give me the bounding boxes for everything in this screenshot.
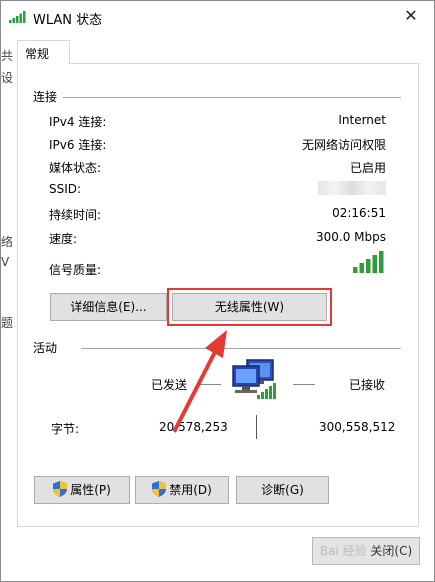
close-window-button[interactable]: ✕ (398, 5, 424, 27)
bytes-label: 字节: (51, 422, 80, 436)
duration-label: 持续时间: (49, 208, 102, 222)
close-button[interactable]: Bai 经验 关闭(C) (312, 537, 420, 565)
signal-quality-label: 信号质量: (49, 263, 102, 277)
received-line (293, 384, 315, 385)
ipv4-label: IPv4 连接: (49, 115, 107, 129)
disable-button[interactable]: 禁用(D) (135, 476, 229, 504)
wireless-properties-button[interactable]: 无线属性(W) (167, 288, 332, 326)
connection-divider (63, 97, 401, 98)
annotation-arrow (173, 330, 227, 432)
speed-label: 速度: (49, 232, 78, 246)
received-label: 已接收 (349, 378, 386, 392)
background-fragment: 设 (1, 71, 14, 85)
tab-label: 常规 (25, 47, 50, 61)
bytes-received-value: 300,558,512 (319, 420, 396, 434)
ssid-redacted (318, 181, 386, 195)
wifi-signal-icon (9, 11, 26, 23)
background-fragment: 络 (1, 235, 14, 249)
bytes-divider (256, 415, 257, 439)
background-fragment: V (1, 255, 10, 269)
media-state-value: 已启用 (349, 161, 386, 175)
properties-button[interactable]: 属性(P) (34, 476, 130, 504)
activity-heading: 活动 (33, 341, 58, 355)
title-bar: WLAN 状态 ✕ (1, 1, 434, 32)
background-fragment: 题 (1, 316, 14, 330)
shield-icon (53, 481, 68, 497)
shield-icon (152, 481, 167, 497)
media-state-label: 媒体状态: (49, 161, 102, 175)
connection-heading: 连接 (33, 90, 58, 104)
wlan-status-window: 共 设 络 V 题 WLAN 状态 ✕ 常规 连接 IPv4 连接: Inter… (0, 0, 435, 582)
properties-label: 属性(P) (70, 483, 111, 497)
close-button-label: 关闭(C) (370, 544, 413, 558)
window-title: WLAN 状态 (33, 13, 103, 28)
ipv4-value: Internet (338, 113, 386, 127)
ssid-label: SSID: (49, 182, 82, 196)
diagnose-button[interactable]: 诊断(G) (236, 476, 329, 504)
duration-value: 02:16:51 (332, 206, 386, 220)
ssid-value (318, 181, 386, 198)
tab-general[interactable]: 常规 (17, 40, 70, 64)
background-fragment: 共 (1, 49, 14, 63)
ipv6-value: 无网络访问权限 (301, 138, 386, 152)
disable-label: 禁用(D) (169, 483, 212, 497)
speed-value: 300.0 Mbps (315, 230, 386, 244)
signal-quality-icon (353, 251, 384, 273)
watermark-text: Bai 经验 (319, 544, 367, 558)
activity-divider (81, 348, 401, 349)
details-button[interactable]: 详细信息(E)... (50, 293, 167, 321)
close-icon: ✕ (404, 6, 418, 25)
ipv6-label: IPv6 连接: (49, 138, 107, 152)
